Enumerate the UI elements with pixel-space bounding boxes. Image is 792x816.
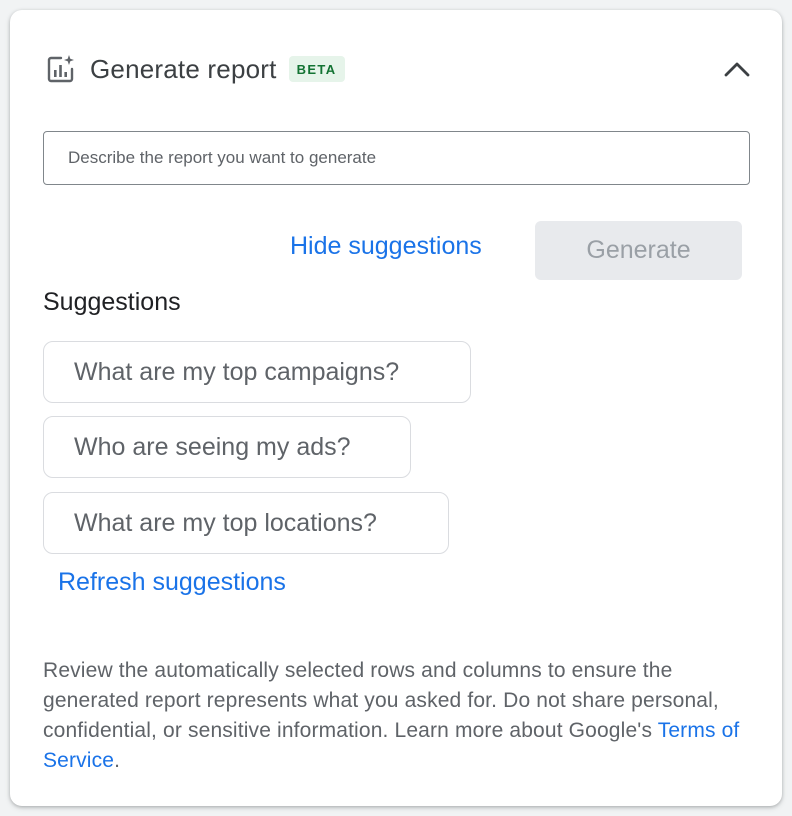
generate-report-panel: Generate report BETA Hide suggestions Ge… (10, 10, 782, 806)
suggestion-chip[interactable]: Who are seeing my ads? (43, 416, 411, 478)
report-sparkle-icon (44, 52, 78, 86)
panel-title: Generate report (90, 53, 277, 84)
disclaimer-text: Review the automatically selected rows a… (43, 656, 753, 776)
disclaimer-end: . (114, 749, 121, 772)
chevron-up-icon (724, 62, 750, 77)
beta-badge: BETA (288, 56, 345, 82)
collapse-button[interactable] (722, 54, 752, 84)
generate-button[interactable]: Generate (535, 221, 742, 280)
refresh-suggestions-link[interactable]: Refresh suggestions (58, 568, 286, 597)
suggestions-heading: Suggestions (43, 288, 181, 316)
suggestion-chip[interactable]: What are my top locations? (43, 492, 449, 554)
disclaimer-body: Review the automatically selected rows a… (43, 659, 719, 742)
hide-suggestions-link[interactable]: Hide suggestions (290, 232, 482, 261)
panel-header: Generate report BETA (44, 40, 752, 98)
suggestion-chip[interactable]: What are my top campaigns? (43, 341, 471, 403)
report-description-input[interactable] (43, 131, 750, 185)
